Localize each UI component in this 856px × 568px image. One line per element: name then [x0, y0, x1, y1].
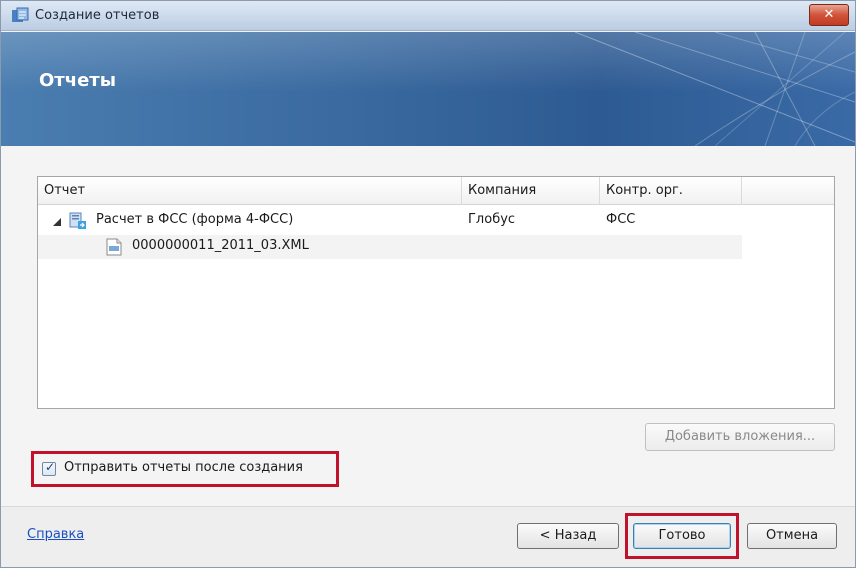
report-name: Расчет в ФСС (форма 4-ФСС) [96, 212, 294, 227]
column-header-control-org[interactable]: Контр. орг. [600, 177, 742, 205]
send-reports-highlight: ✓ Отправить отчеты после создания [31, 451, 339, 487]
column-header-report[interactable]: Отчет [38, 177, 462, 205]
file-name: 0000000011_2011_03.XML [132, 238, 309, 253]
done-button[interactable]: Готово [633, 523, 731, 549]
grid-header: Отчет Компания Контр. орг. [38, 177, 834, 205]
title-bar[interactable]: Создание отчетов ✕ [1, 1, 855, 31]
window-title: Создание отчетов [35, 8, 160, 23]
app-icon [12, 7, 29, 22]
expand-arrow-icon[interactable] [52, 217, 62, 227]
table-row[interactable]: 0000000011_2011_03.XML [38, 235, 742, 259]
report-creation-window: Создание отчетов ✕ Отчеты Отчет Компания… [0, 0, 856, 568]
page-title: Отчеты [39, 70, 117, 91]
table-row[interactable]: Расчет в ФСС (форма 4-ФСС) Глобус ФСС [38, 209, 742, 233]
reports-grid[interactable]: Отчет Компания Контр. орг. Расчет в ФСС … [37, 176, 835, 409]
checkmark-icon: ✓ [45, 460, 56, 474]
banner-decoration [574, 32, 855, 146]
report-company: Глобус [468, 212, 516, 227]
add-attachments-button[interactable]: Добавить вложения... [645, 423, 835, 451]
help-link[interactable]: Справка [27, 527, 84, 542]
cancel-button[interactable]: Отмена [747, 523, 837, 549]
close-button[interactable]: ✕ [809, 4, 849, 26]
close-icon: ✕ [823, 7, 835, 22]
column-header-company[interactable]: Компания [462, 177, 600, 205]
back-button[interactable]: < Назад [517, 523, 619, 549]
report-control-org: ФСС [606, 212, 636, 227]
xml-file-icon [106, 238, 122, 256]
footer-bar: Справка < Назад Готово Отмена [1, 507, 855, 567]
header-banner: Отчеты [1, 32, 855, 146]
send-reports-checkbox[interactable]: ✓ [42, 460, 56, 476]
column-header-filler [742, 177, 834, 205]
send-reports-label[interactable]: Отправить отчеты после создания [64, 460, 303, 475]
report-icon [69, 212, 86, 229]
